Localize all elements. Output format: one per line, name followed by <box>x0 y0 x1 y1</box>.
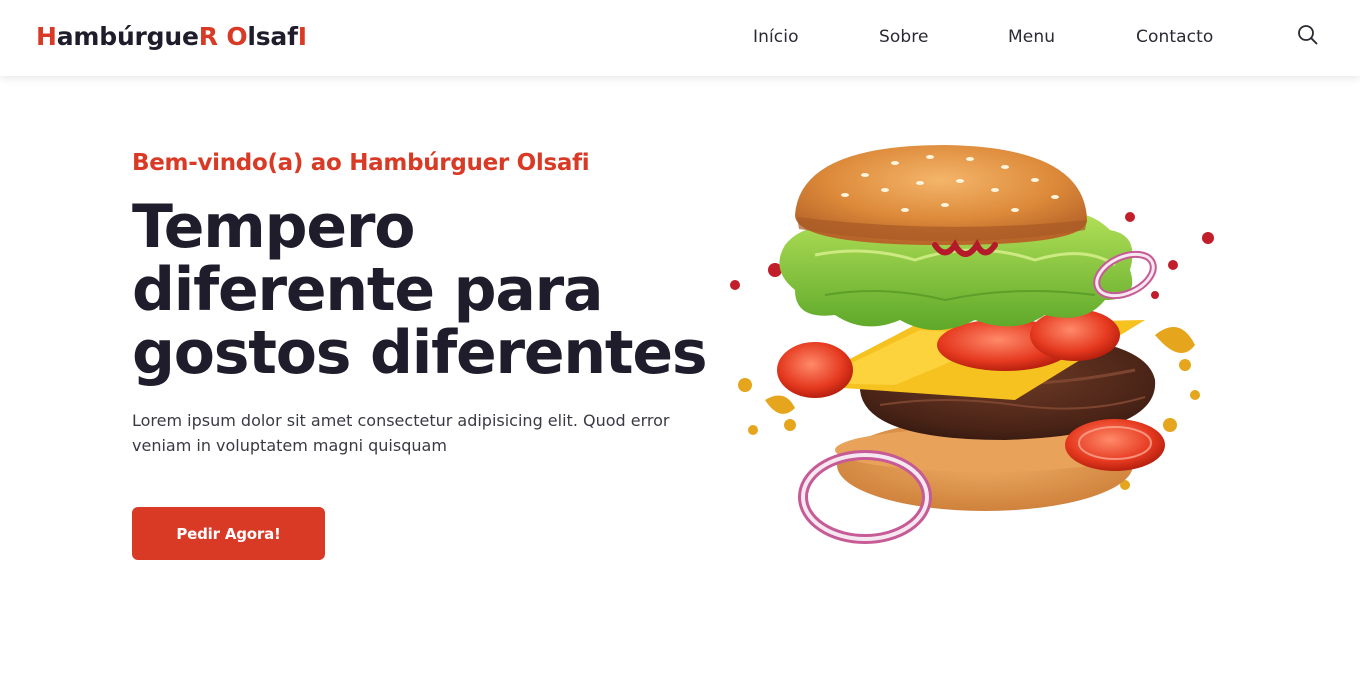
nav-link-sobre[interactable]: Sobre <box>879 27 929 47</box>
site-header: HambúrgueR OlsafI Início Sobre Menu Cont… <box>0 0 1360 76</box>
hero-headline: Tempero diferente para gostos diferentes <box>132 196 732 385</box>
headline-line: gostos diferentes <box>132 318 708 388</box>
burger-illustration <box>730 145 1214 544</box>
nav-link-inicio[interactable]: Início <box>753 27 799 47</box>
nav-link-contacto[interactable]: Contacto <box>1136 27 1213 47</box>
order-now-button[interactable]: Pedir Agora! <box>132 507 325 560</box>
hero-description: Lorem ipsum dolor sit amet consectetur a… <box>132 411 670 455</box>
search-icon[interactable] <box>1297 24 1319 46</box>
headline-line: Tempero <box>132 192 415 262</box>
nav-link-menu[interactable]: Menu <box>1008 27 1055 47</box>
hero-subtitle: Bem-vindo(a) ao Hambúrguer Olsafi <box>132 150 590 176</box>
headline-line: diferente para <box>132 255 603 325</box>
main-nav: Início Sobre Menu Contacto <box>0 27 1360 49</box>
